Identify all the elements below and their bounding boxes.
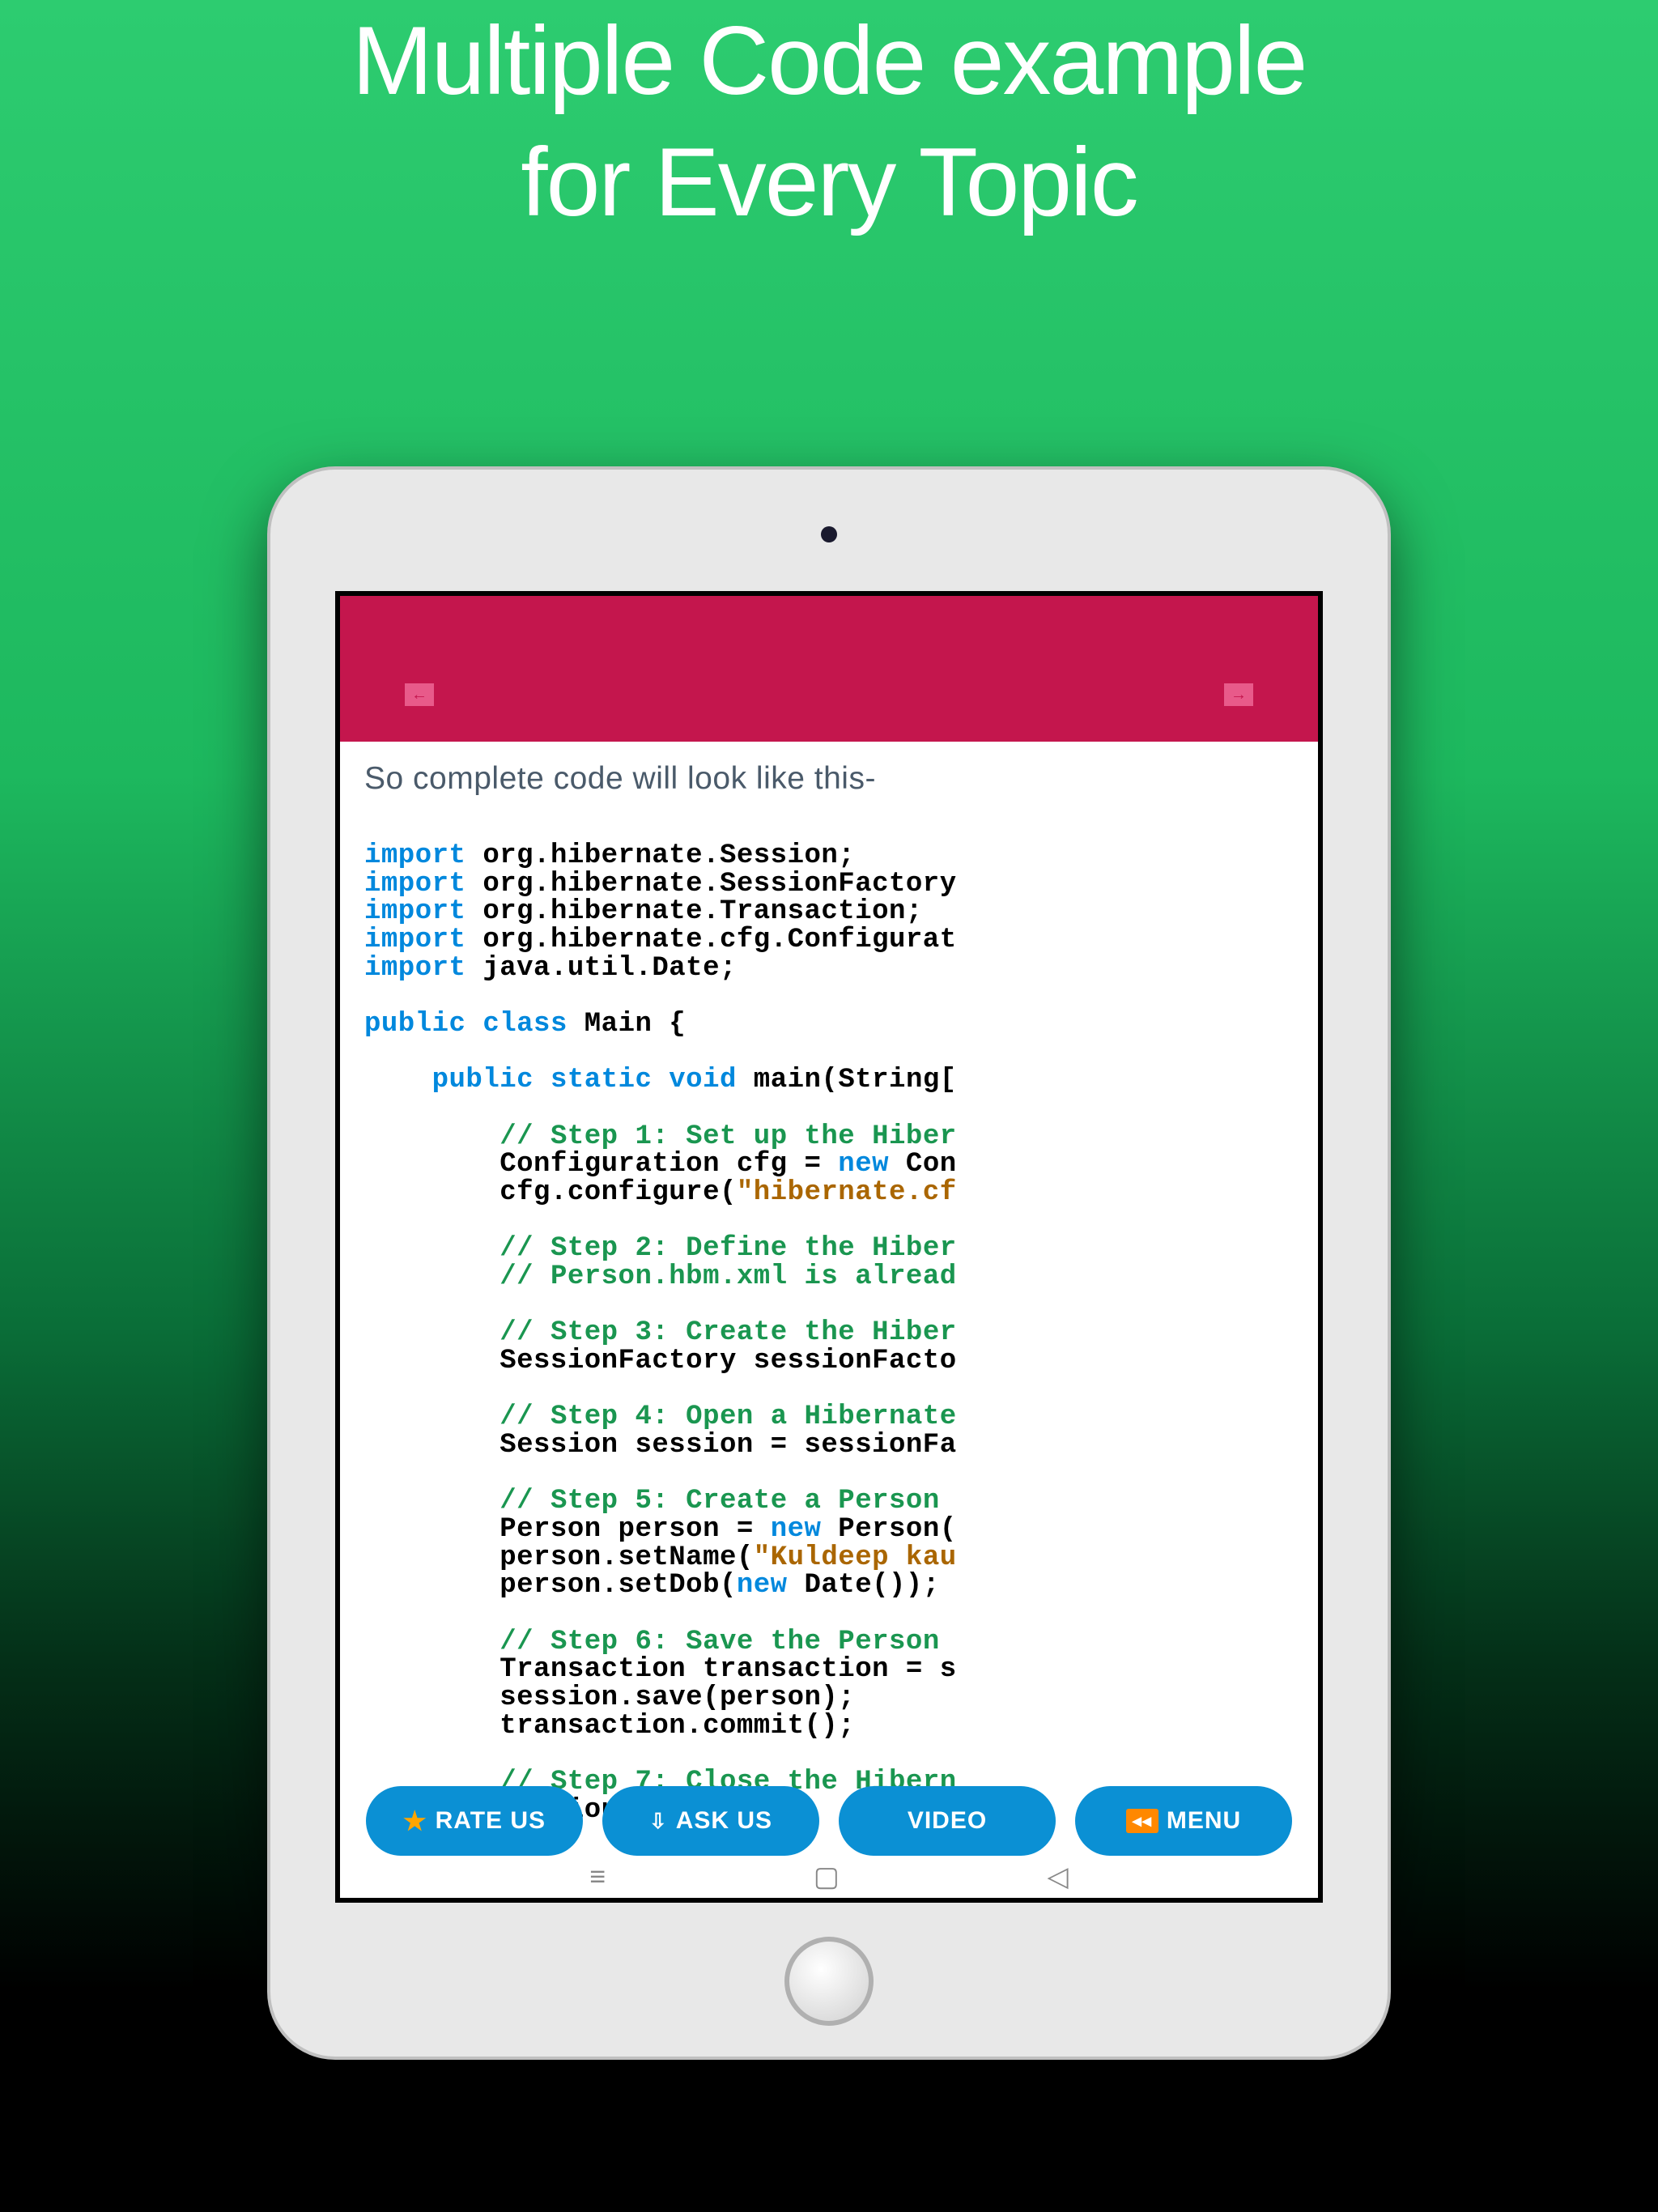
code-example: import org.hibernate.Session; import org… — [364, 842, 1294, 1825]
recent-apps-button[interactable]: ≡ — [589, 1861, 606, 1893]
arrow-left-icon: ← — [411, 686, 427, 704]
video-button[interactable]: VIDEO — [839, 1786, 1056, 1856]
video-label: VIDEO — [908, 1807, 987, 1835]
app-screen: ← → So complete code will look like this… — [335, 591, 1323, 1903]
nav-back-button[interactable]: ← — [405, 683, 434, 706]
menu-button[interactable]: ◂◂ MENU — [1075, 1786, 1292, 1856]
rate-us-label: RATE US — [436, 1807, 546, 1835]
download-icon: ⇩ — [649, 1809, 668, 1834]
star-icon: ★ — [403, 1806, 427, 1836]
app-header: ← → — [340, 596, 1318, 742]
tablet-frame: ← → So complete code will look like this… — [270, 470, 1388, 2057]
nav-forward-button[interactable]: → — [1224, 683, 1253, 706]
ask-us-label: ASK US — [676, 1807, 772, 1835]
headline-line-1: Multiple Code example — [0, 0, 1658, 121]
content-area: So complete code will look like this- im… — [340, 742, 1318, 1825]
rate-us-button[interactable]: ★ RATE US — [366, 1786, 583, 1856]
tablet-camera — [821, 526, 837, 542]
back-nav-button[interactable]: ◁ — [1048, 1861, 1069, 1893]
ask-us-button[interactable]: ⇩ ASK US — [602, 1786, 819, 1856]
rewind-icon: ◂◂ — [1126, 1809, 1158, 1833]
bottom-action-bar: ★ RATE US ⇩ ASK US VIDEO ◂◂ MENU — [340, 1786, 1318, 1856]
arrow-right-icon: → — [1231, 686, 1247, 704]
menu-label: MENU — [1167, 1807, 1241, 1835]
home-nav-button[interactable]: ▢ — [814, 1861, 840, 1893]
intro-text: So complete code will look like this- — [364, 761, 1294, 797]
promo-headline: Multiple Code example for Every Topic — [0, 0, 1658, 243]
android-nav-bar: ≡ ▢ ◁ — [340, 1856, 1318, 1898]
home-button[interactable] — [784, 1937, 874, 2026]
headline-line-2: for Every Topic — [0, 121, 1658, 243]
